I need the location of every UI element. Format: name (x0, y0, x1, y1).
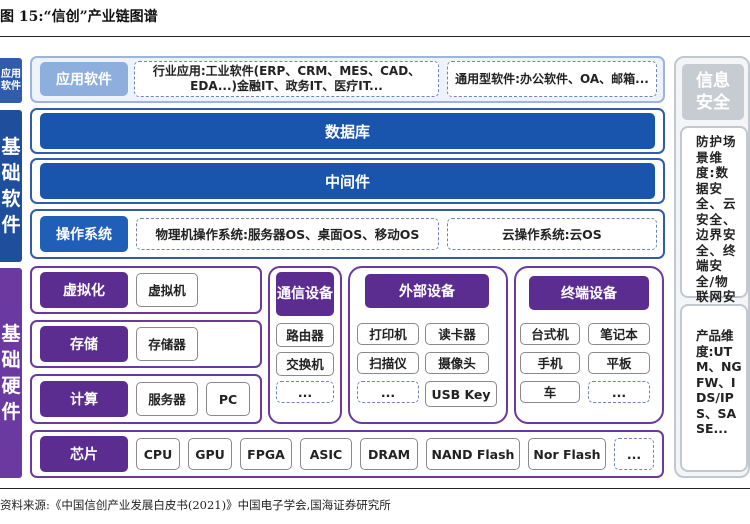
laptop-box: 笔记本 (588, 323, 650, 345)
chip-fpga-box: FPGA (240, 438, 292, 470)
security-scenes-text: 防护场景维度:数据安全、云安全、边界安全、终端安全/物联网安全 (696, 134, 737, 320)
security-products-box: 产品维度:UTM、NGFW、IDS/IPS、SASE... (680, 304, 748, 472)
figure-title: 图 15:“信创”产业链图谱 (0, 9, 158, 25)
desktop-box: 台式机 (520, 323, 580, 345)
os-label: 操作系统 (40, 216, 128, 252)
security-products-text: 产品维度:UTM、NGFW、IDS/IPS、SASE... (696, 328, 742, 436)
database-bar: 数据库 (40, 113, 655, 149)
printer-box: 打印机 (357, 323, 419, 345)
app-layer-label: 应用软件 (40, 62, 128, 96)
chip-label: 芯片 (40, 436, 128, 472)
external-more-box: ... (357, 381, 419, 403)
pc-box: PC (206, 382, 250, 416)
compute-label: 计算 (40, 381, 128, 417)
vm-box: 虚拟机 (136, 273, 198, 307)
middleware-bar: 中间件 (40, 163, 655, 199)
security-label: 信息安全 (682, 64, 744, 120)
chip-more-box: ... (614, 438, 654, 470)
server-box: 服务器 (136, 382, 198, 416)
chip-asic-box: ASIC (300, 438, 352, 470)
car-box: 车 (520, 381, 580, 403)
side-label-base-hardware: 基础硬件 (0, 268, 22, 478)
physical-os-box: 物理机操作系统:服务器OS、桌面OS、移动OS (136, 218, 439, 250)
external-label: 外部设备 (365, 274, 489, 308)
security-scenes-box: 防护场景维度:数据安全、云安全、边界安全、终端安全/物联网安全 (680, 126, 748, 320)
top-rule (0, 36, 750, 37)
side-label-base-software: 基础软件 (0, 110, 22, 262)
card-reader-box: 读卡器 (425, 323, 489, 345)
router-box: 路由器 (276, 323, 334, 347)
industry-apps-box: 行业应用:工业软件(ERP、CRM、MES、CAD、EDA...)金融IT、政务… (134, 61, 439, 97)
chip-nor-box: Nor Flash (528, 438, 606, 470)
terminal-label: 终端设备 (529, 276, 649, 310)
source-note: 资料来源:《中国信创产业发展白皮书(2021)》中国电子学会,国海证券研究所 (0, 498, 391, 512)
switch-box: 交换机 (276, 352, 334, 376)
terminal-more-box: ... (588, 381, 650, 403)
general-software-box: 通用型软件:办公软件、OA、邮箱... (447, 61, 657, 97)
chip-cpu-box: CPU (136, 438, 180, 470)
chip-gpu-box: GPU (188, 438, 232, 470)
cloud-os-box: 云操作系统:云OS (447, 218, 657, 250)
scanner-box: 扫描仪 (357, 352, 419, 374)
tablet-box: 平板 (588, 352, 650, 374)
storage-device-box: 存储器 (136, 327, 198, 361)
phone-box: 手机 (520, 352, 580, 374)
storage-label: 存储 (40, 326, 128, 362)
virtualization-label: 虚拟化 (40, 272, 128, 308)
camera-box: 摄像头 (425, 352, 489, 374)
side-label-app: 应用软件 (0, 58, 22, 103)
comm-more-box: ... (276, 381, 334, 403)
chip-dram-box: DRAM (360, 438, 418, 470)
usb-key-box: USB Key (425, 381, 497, 407)
bottom-rule (0, 488, 750, 489)
chip-nand-box: NAND Flash (426, 438, 520, 470)
comm-label: 通信设备 (276, 272, 334, 316)
